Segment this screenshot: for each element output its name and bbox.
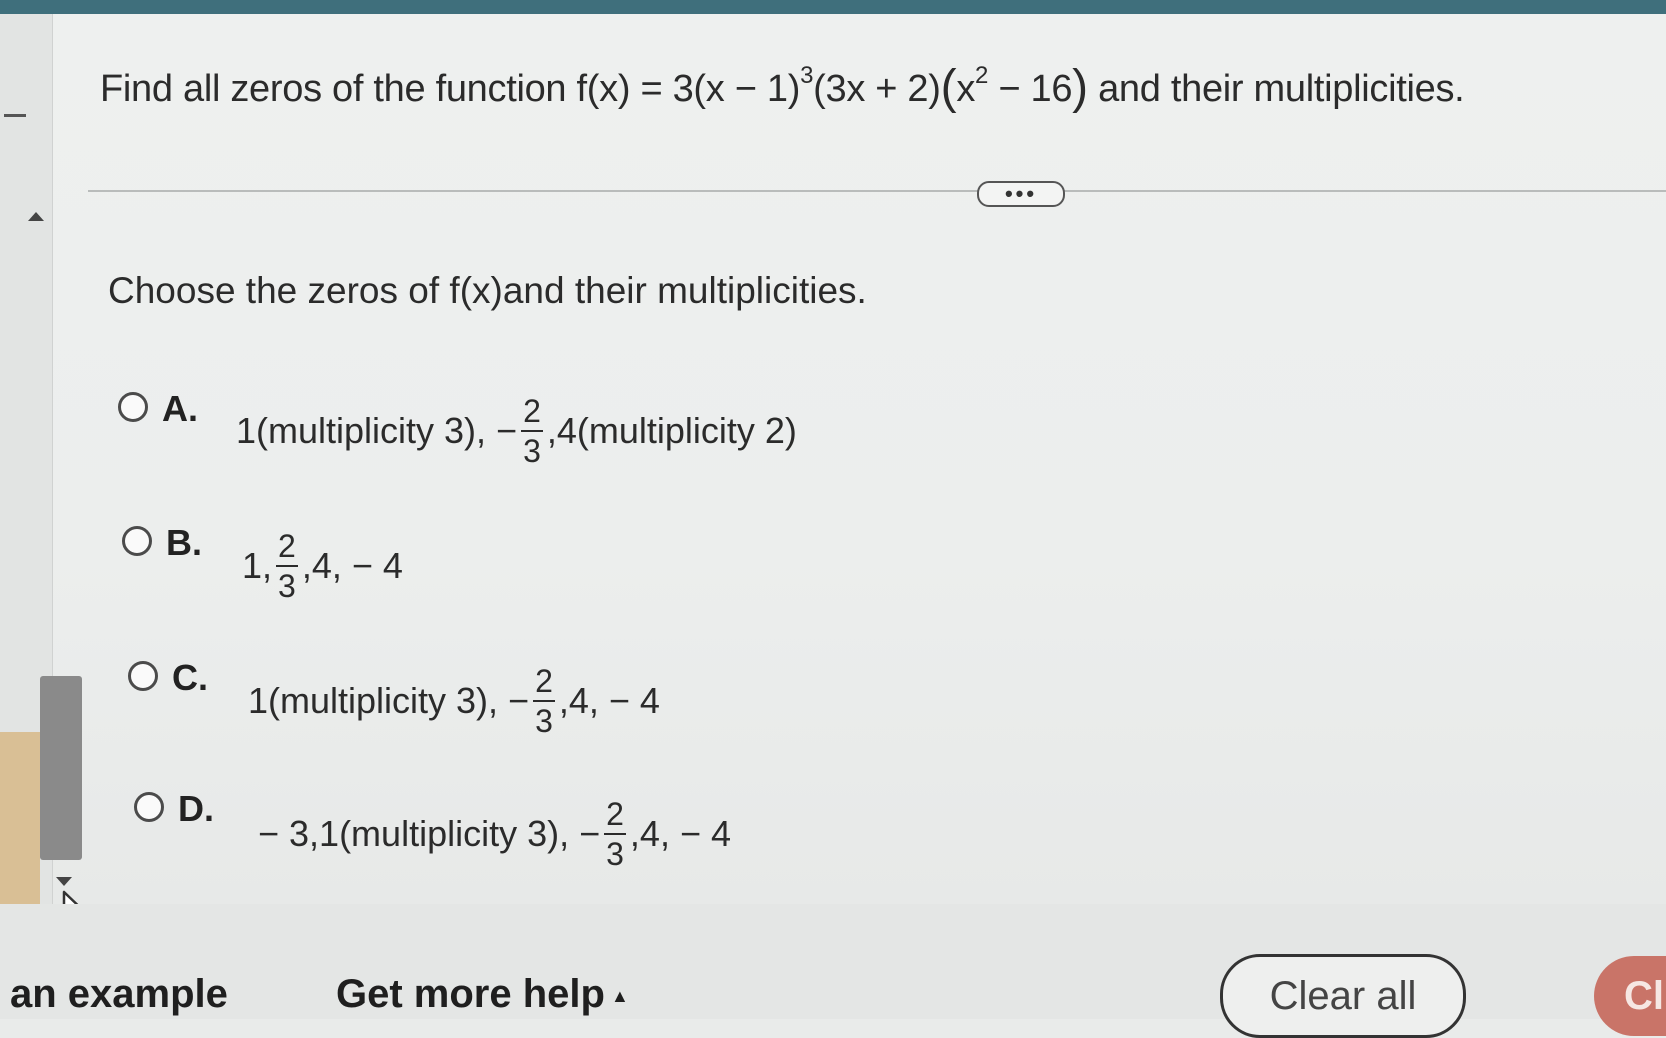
check-answer-button[interactable]: Cl	[1594, 956, 1666, 1036]
fraction: 23	[604, 796, 626, 872]
top-bar	[0, 0, 1666, 14]
expand-more-button[interactable]: •••	[977, 181, 1065, 207]
option-b[interactable]: B.	[122, 522, 202, 564]
option-d[interactable]: D.	[134, 788, 214, 830]
get-more-help-label: Get more help	[336, 972, 605, 1016]
caret-up-icon: ▲	[610, 985, 629, 1006]
left-dash-marker	[4, 114, 26, 117]
fraction: 23	[533, 663, 555, 739]
option-letter: D.	[178, 788, 214, 829]
option-c[interactable]: C.	[128, 657, 208, 699]
option-c-answer: 1(multiplicity 3), − 23 ,4, − 4	[248, 663, 660, 739]
scroll-up-arrow-icon[interactable]	[28, 212, 44, 221]
fraction: 23	[521, 393, 543, 469]
option-letter: B.	[166, 522, 202, 563]
view-an-example-link[interactable]: an example	[10, 972, 228, 1017]
scroll-down-arrow-icon[interactable]	[56, 877, 72, 886]
section-divider	[88, 190, 1666, 192]
get-more-help-button[interactable]: Get more help ▲	[336, 972, 629, 1017]
radio-button-a[interactable]	[118, 392, 148, 422]
radio-button-d[interactable]	[134, 792, 164, 822]
question-text: Find all zeros of the function f(x) = 3(…	[100, 61, 1465, 114]
option-letter: C.	[172, 657, 208, 698]
clear-all-button[interactable]: Clear all	[1220, 954, 1466, 1038]
option-a[interactable]: A.	[118, 388, 198, 430]
fraction: 23	[276, 528, 298, 604]
option-letter: A.	[162, 388, 198, 429]
scrollbar-thumb[interactable]	[40, 676, 82, 860]
radio-button-b[interactable]	[122, 526, 152, 556]
background-strip	[0, 732, 40, 904]
prompt-text: Choose the zeros of f(x)and their multip…	[108, 270, 867, 311]
option-b-answer: 1, 23 ,4, − 4	[242, 528, 403, 604]
option-a-answer: 1(multiplicity 3), − 23 ,4(multiplicity …	[236, 393, 797, 469]
radio-button-c[interactable]	[128, 661, 158, 691]
option-d-answer: − 3,1(multiplicity 3), − 23 ,4, − 4	[258, 796, 731, 872]
